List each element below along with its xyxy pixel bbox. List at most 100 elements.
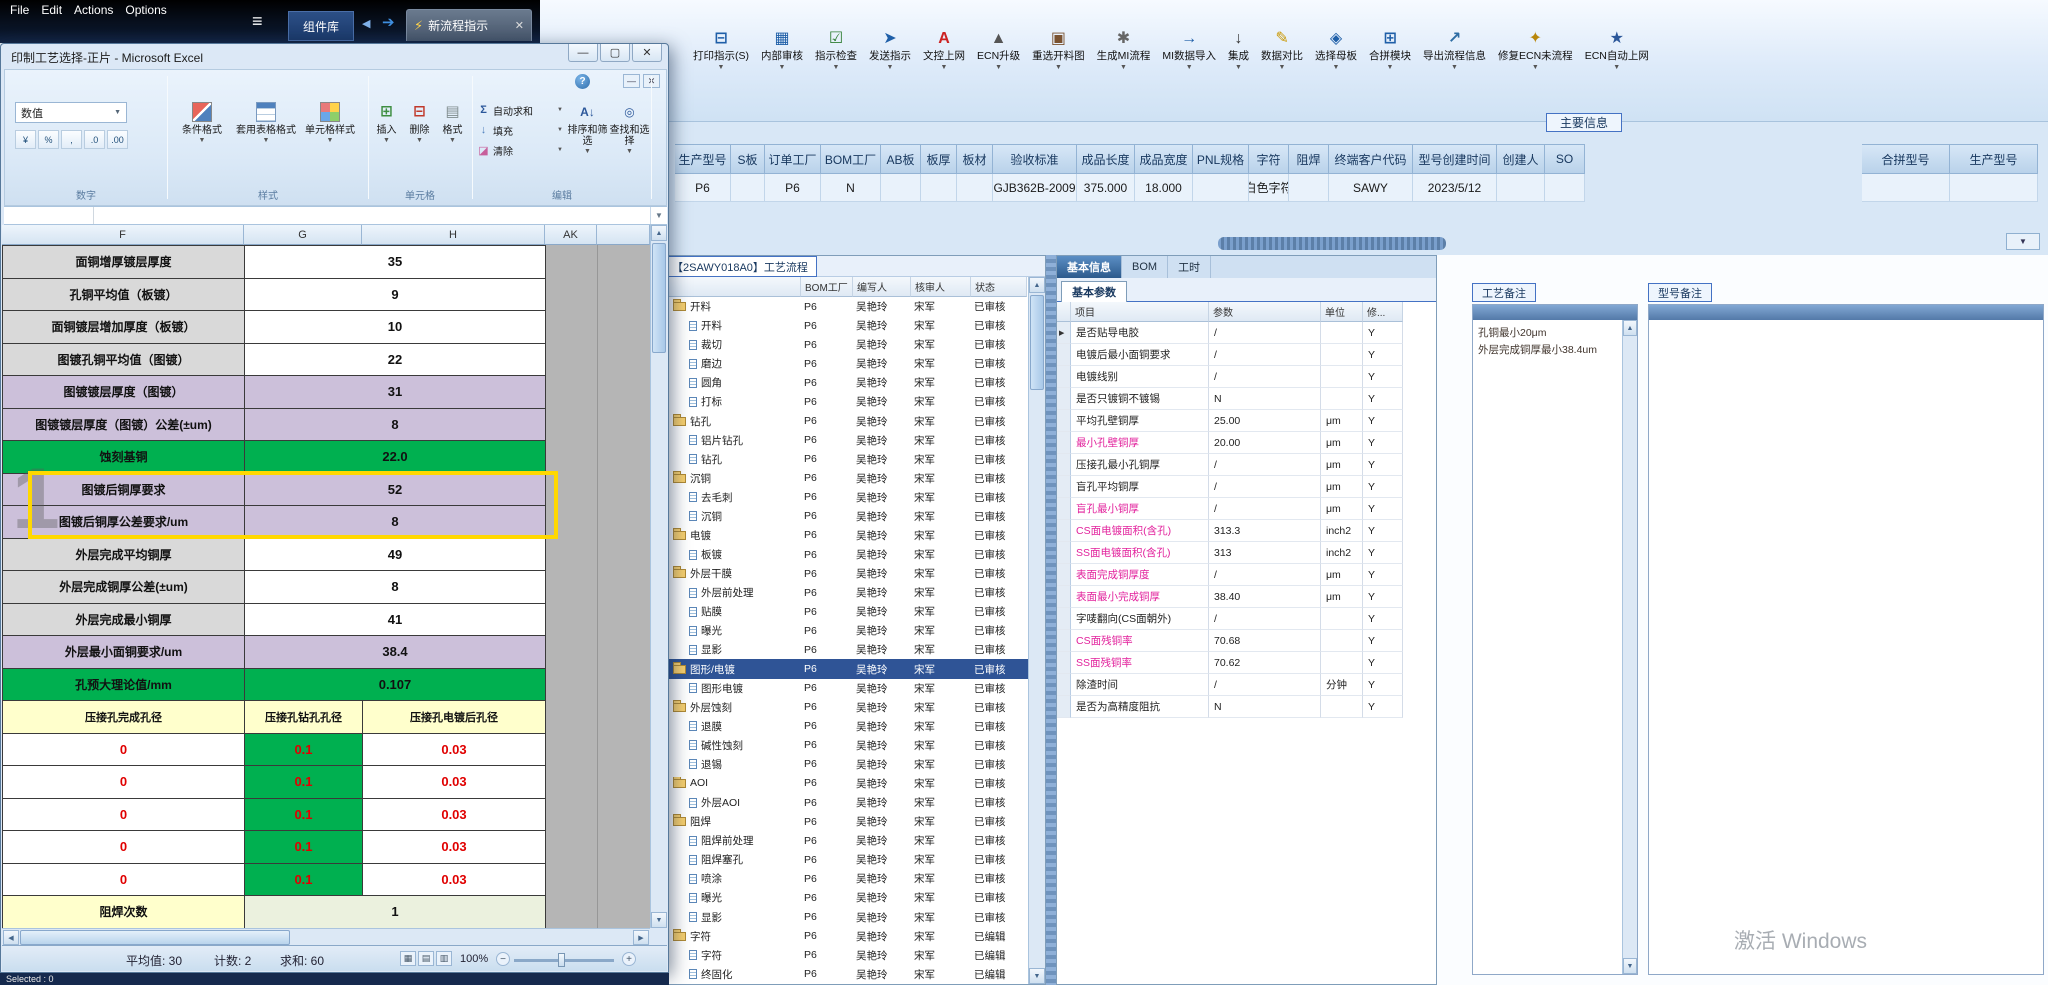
toolbar-button-15[interactable]: ✦ 修复ECN未流程 ▼ xyxy=(1493,26,1578,75)
tree-row[interactable]: 碱性蚀刻 P6 吴艳玲 宋军 已审核 xyxy=(661,736,1028,755)
sheet-label-cell[interactable]: 孔铜平均值（板镀） xyxy=(3,278,245,311)
dock-collapse-button[interactable]: ▼ xyxy=(2006,233,2040,250)
params-row[interactable]: 是否为高精度阻抗 N Y xyxy=(1057,696,1403,718)
hamburger-menu-icon[interactable]: ≡ xyxy=(252,11,263,32)
name-box[interactable] xyxy=(4,207,94,224)
column-header-G[interactable]: G xyxy=(244,225,362,245)
sheet-value-cell[interactable]: 38.4 xyxy=(245,636,546,669)
tree-row[interactable]: 裁切 P6 吴艳玲 宋军 已审核 xyxy=(661,335,1028,354)
number-format-button[interactable]: .0 xyxy=(84,130,105,149)
tree-row[interactable]: 外层AOI P6 吴艳玲 宋军 已审核 xyxy=(661,793,1028,812)
tree-row[interactable]: 阻焊前处理 P6 吴艳玲 宋军 已审核 xyxy=(661,831,1028,850)
param-value[interactable]: 313 xyxy=(1209,542,1321,564)
maininfo-cell[interactable]: P6 xyxy=(765,174,821,202)
sheet-cell[interactable]: 0 xyxy=(3,798,245,831)
maininfo-cell[interactable]: 白色字符 xyxy=(1249,174,1289,202)
sheet-label-cell[interactable]: 孔预大理论值/mm xyxy=(3,668,245,701)
sheet-cell[interactable]: 0.1 xyxy=(245,766,363,799)
tree-row[interactable]: 退膜 P6 吴艳玲 宋军 已审核 xyxy=(661,717,1028,736)
ribbon-cells-button-1[interactable]: ⊞ 插入 ▼ xyxy=(371,100,402,180)
sheet-cell[interactable]: 0 xyxy=(3,766,245,799)
maininfo-cell[interactable] xyxy=(881,174,921,202)
dock-drag-handle[interactable] xyxy=(1218,237,1446,250)
tree-row[interactable]: 显影 P6 吴艳玲 宋军 已审核 xyxy=(661,640,1028,659)
tab-工时[interactable]: 工时 xyxy=(1168,256,1212,278)
formula-expand-icon[interactable]: ▼ xyxy=(650,207,667,224)
sheet-cell[interactable]: 0.1 xyxy=(245,798,363,831)
params-row[interactable]: 除渣时间 / 分钟 Y xyxy=(1057,674,1403,696)
zoom-slider-thumb[interactable] xyxy=(558,953,565,967)
toolbar-button-13[interactable]: ⊞ 合拼模块 ▼ xyxy=(1364,26,1416,75)
tree-row[interactable]: 图形/电镀 P6 吴艳玲 宋军 已审核 xyxy=(661,659,1028,679)
menu-item-options[interactable]: Options xyxy=(125,1,178,19)
maininfo-cell[interactable]: SAWY xyxy=(1329,174,1413,202)
nav-back-icon[interactable]: ◀ xyxy=(362,17,370,30)
toolbar-button-10[interactable]: ↓ 集成 ▼ xyxy=(1223,26,1254,75)
editing-menu-3[interactable]: ◪ 清除 ▼ xyxy=(475,140,565,160)
restore-button[interactable]: ▢ xyxy=(600,44,630,62)
maininfo-cell[interactable] xyxy=(1950,174,2038,202)
maininfo-cell[interactable] xyxy=(1193,174,1249,202)
tree-row[interactable]: 字符 P6 吴艳玲 宋军 已编辑 xyxy=(661,946,1028,965)
zoom-level[interactable]: 100% xyxy=(460,953,488,965)
toolbar-button-6[interactable]: ▲ ECN升级 ▼ xyxy=(972,26,1025,75)
tree-row[interactable]: 退锡 P6 吴艳玲 宋军 已审核 xyxy=(661,755,1028,774)
sheet-value-cell[interactable]: 41 xyxy=(245,603,546,636)
param-value[interactable]: 20.00 xyxy=(1209,432,1321,454)
param-value[interactable]: 38.40 xyxy=(1209,586,1321,608)
tree-row[interactable]: 外层前处理 P6 吴艳玲 宋军 已审核 xyxy=(661,583,1028,602)
sheet-label-cell[interactable]: 面铜增厚镀层厚度 xyxy=(3,246,245,279)
tree-row[interactable]: 终固化 P6 吴艳玲 宋军 已编辑 xyxy=(661,965,1028,984)
sheet-cell[interactable]: 0.03 xyxy=(363,831,546,864)
ribbon-cells-button-3[interactable]: ▤ 格式 ▼ xyxy=(437,100,468,180)
tree-row[interactable]: 显影 P6 吴艳玲 宋军 已审核 xyxy=(661,908,1028,927)
panel-splitter[interactable] xyxy=(1046,255,1056,985)
sheet-header-cell[interactable]: 压接孔钻孔孔径 xyxy=(245,701,363,734)
params-row[interactable]: 电镀后最小面铜要求 / Y xyxy=(1057,344,1403,366)
tab-bom[interactable]: BOM xyxy=(1122,256,1169,278)
minimize-button[interactable]: — xyxy=(568,44,598,62)
number-format-button[interactable]: , xyxy=(61,130,82,149)
maininfo-cell[interactable] xyxy=(1545,174,1585,202)
param-value[interactable]: / xyxy=(1209,476,1321,498)
ribbon-style-button-1[interactable]: 条件格式 ▼ xyxy=(171,100,233,180)
tree-row[interactable]: 阻焊塞孔 P6 吴艳玲 宋军 已审核 xyxy=(661,850,1028,869)
param-value[interactable]: 70.68 xyxy=(1209,630,1321,652)
sheet-label-cell[interactable]: 外层完成最小铜厚 xyxy=(3,603,245,636)
tree-row[interactable]: 沉铜 P6 吴艳玲 宋军 已审核 xyxy=(661,469,1028,488)
editing-menu-1[interactable]: Σ 自动求和 ▼ xyxy=(475,100,565,120)
sheet-value-cell[interactable]: 10 xyxy=(245,311,546,344)
param-value[interactable]: 70.62 xyxy=(1209,652,1321,674)
workbook-minimize-button[interactable]: — xyxy=(623,74,640,88)
process-notes-scrollbar[interactable]: ▲ ▼ xyxy=(1622,320,1637,974)
scroll-thumb[interactable] xyxy=(20,930,290,945)
sheet-label-cell[interactable]: 面铜镀层增加厚度（板镀） xyxy=(3,311,245,344)
sheet-cell[interactable]: 0 xyxy=(3,733,245,766)
sheet-header-cell[interactable]: 压接孔电镀后孔径 xyxy=(363,701,546,734)
sheet-cell[interactable]: 0.03 xyxy=(363,863,546,896)
sheet-value-cell[interactable]: 8 xyxy=(245,571,546,604)
sheet-cell[interactable]: 0.1 xyxy=(245,733,363,766)
sheet-label-cell[interactable]: 图镀镀层厚度（图镀）公差(±um) xyxy=(3,408,245,441)
scroll-right-icon[interactable]: ▶ xyxy=(633,930,649,945)
params-row[interactable]: 字唛翻向(CS面朝外) / Y xyxy=(1057,608,1403,630)
param-value[interactable]: / xyxy=(1209,608,1321,630)
tree-row[interactable]: 曝光 P6 吴艳玲 宋军 已审核 xyxy=(661,621,1028,640)
param-value[interactable]: / xyxy=(1209,564,1321,586)
sheet-cell[interactable]: 0.1 xyxy=(245,863,363,896)
sheet-label-cell[interactable]: 外层最小面铜要求/um xyxy=(3,636,245,669)
scroll-left-icon[interactable]: ◀ xyxy=(3,930,19,945)
tab-component-library[interactable]: 组件库 xyxy=(288,11,354,41)
toolbar-button-1[interactable]: ⊟ 打印指示(S) ▼ xyxy=(688,26,754,75)
tree-row[interactable]: 磨边 P6 吴艳玲 宋军 已审核 xyxy=(661,354,1028,373)
tree-row[interactable]: 字符 P6 吴艳玲 宋军 已编辑 xyxy=(661,927,1028,946)
toolbar-button-8[interactable]: ✱ 生成MI流程 ▼ xyxy=(1092,26,1156,75)
editing-menu-2[interactable]: ↓ 填充 ▼ xyxy=(475,120,565,140)
vertical-scrollbar[interactable]: ▲ ▼ xyxy=(650,225,667,928)
param-value[interactable]: / xyxy=(1209,674,1321,696)
tree-row[interactable]: 打标 P6 吴艳玲 宋军 已审核 xyxy=(661,392,1028,411)
horizontal-scrollbar[interactable]: ◀ ▶ xyxy=(2,928,650,945)
tab-basic-info[interactable]: 基本信息 xyxy=(1057,256,1122,278)
params-row[interactable]: 平均孔壁铜厚 25.00 μm Y xyxy=(1057,410,1403,432)
params-row[interactable]: 盲孔最小铜厚 / μm Y xyxy=(1057,498,1403,520)
